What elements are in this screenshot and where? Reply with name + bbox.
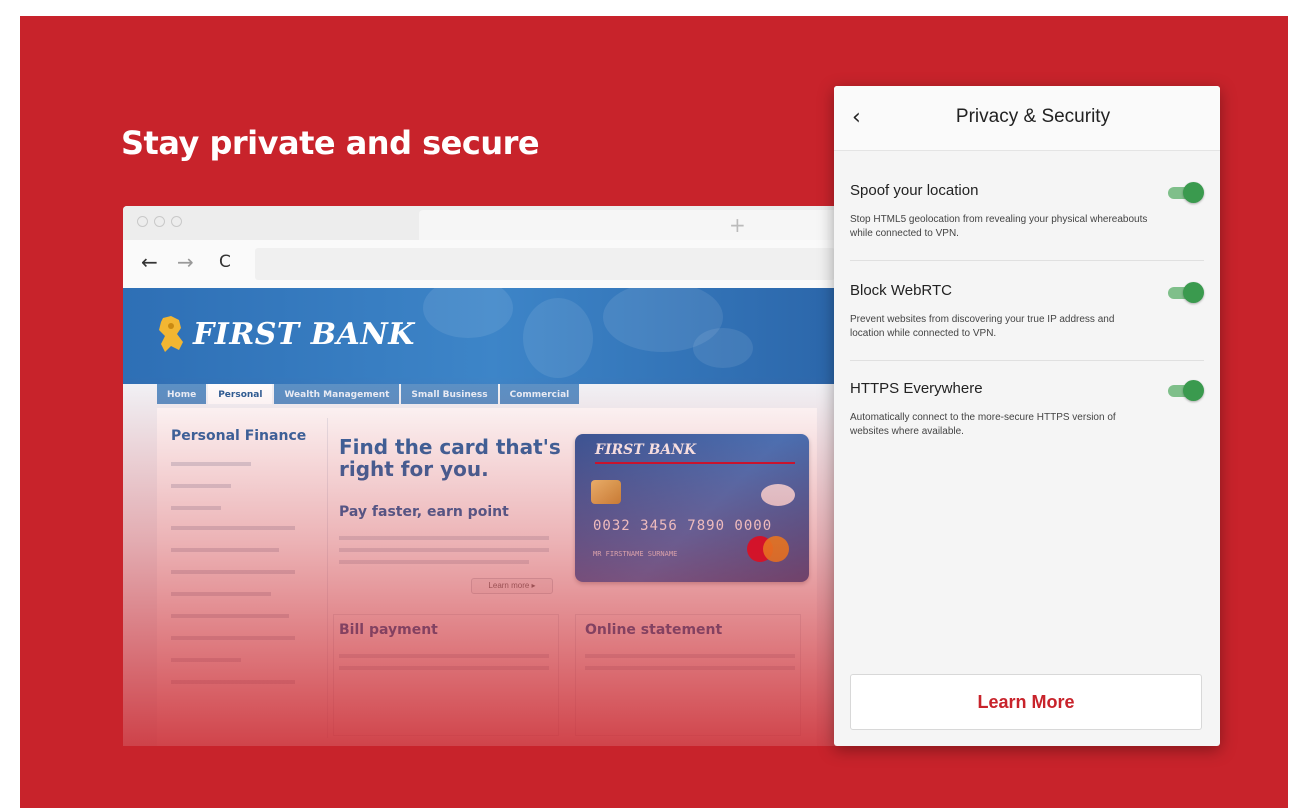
text-placeholder: [171, 462, 251, 466]
bank-nav-tab: Personal: [208, 384, 273, 404]
promo-learn-more-button: Learn more ▸: [471, 578, 553, 594]
world-map-shape: [693, 328, 753, 368]
bank-nav-tab: Home: [157, 384, 207, 404]
text-placeholder: [171, 680, 295, 684]
mastercard-logo-icon: [763, 536, 789, 562]
world-map-shape: [523, 298, 593, 378]
text-placeholder: [171, 592, 271, 596]
block-webrtc-toggle[interactable]: [1168, 282, 1204, 303]
setting-title: Spoof your location: [850, 182, 979, 199]
browser-tab-bar: +: [123, 206, 863, 240]
browser-toolbar: ← → C: [123, 240, 863, 288]
hero-banner: Stay private and secure + ← → C FIRST BA…: [20, 16, 1288, 808]
setting-title: Block WebRTC: [850, 282, 952, 299]
world-map-shape: [423, 288, 513, 338]
text-placeholder: [339, 548, 549, 552]
divider: [850, 360, 1204, 361]
divider: [850, 260, 1204, 261]
column-divider: [327, 418, 328, 738]
reload-icon: C: [219, 252, 231, 272]
setting-block-webrtc: Block WebRTC Prevent websites from disco…: [850, 282, 1204, 341]
online-statement-title: Online statement: [585, 622, 723, 638]
promo-subtitle: Pay faster, earn point: [339, 504, 509, 520]
text-placeholder: [339, 654, 549, 658]
new-tab-icon: +: [729, 213, 746, 237]
text-placeholder: [171, 614, 289, 618]
bank-nav-tab: Small Business: [401, 384, 498, 404]
address-bar: [255, 248, 835, 280]
text-placeholder: [171, 548, 279, 552]
text-placeholder: [171, 636, 295, 640]
card-brand: FIRST BANK: [595, 442, 697, 458]
toggle-knob: [1183, 282, 1204, 303]
card-number: 0032 3456 7890 0000: [593, 518, 773, 534]
card-stripe: [595, 462, 795, 464]
forward-arrow-icon: →: [177, 250, 194, 274]
back-arrow-icon: ←: [141, 250, 158, 274]
credit-card-image: FIRST BANK 0032 3456 7890 0000 MR FIRSTN…: [575, 434, 809, 582]
setting-https-everywhere: HTTPS Everywhere Automatically connect t…: [850, 380, 1204, 439]
panel-title: Privacy & Security: [955, 106, 1111, 127]
browser-mockup: + ← → C FIRST BANK Home Personal Wealth …: [123, 206, 863, 746]
headline: Stay private and secure: [121, 124, 540, 162]
setting-description: Prevent websites from discovering your t…: [850, 314, 1115, 339]
bank-nav: Home Personal Wealth Management Small Busin…: [157, 384, 581, 404]
bank-page-body: Personal Finance Find the card that's ri…: [157, 408, 817, 746]
bill-payment-title: Bill payment: [339, 622, 438, 638]
bank-website: FIRST BANK Home Personal Wealth Management…: [123, 288, 863, 746]
card-chip-icon: [591, 480, 621, 504]
window-dot: [171, 216, 182, 227]
privacy-security-panel: ‹ Privacy & Security Spoof your location…: [834, 86, 1220, 746]
bank-header: FIRST BANK: [123, 288, 863, 384]
text-placeholder: [585, 654, 795, 658]
toggle-knob: [1183, 182, 1204, 203]
setting-description: Stop HTML5 geolocation from revealing yo…: [850, 214, 1148, 239]
learn-more-button[interactable]: Learn More: [850, 674, 1202, 730]
promo-title: Find the card that's right for you.: [339, 435, 561, 481]
bank-nav-tab: Wealth Management: [274, 384, 400, 404]
lion-icon: [159, 316, 183, 352]
text-placeholder: [171, 526, 295, 530]
setting-description: Automatically connect to the more-secure…: [850, 412, 1116, 437]
sidebar-title: Personal Finance: [171, 428, 307, 444]
setting-spoof-location: Spoof your location Stop HTML5 geolocati…: [850, 182, 1204, 241]
bank-nav-tab: Commercial: [499, 384, 580, 404]
text-placeholder: [171, 570, 295, 574]
spoof-location-toggle[interactable]: [1168, 182, 1204, 203]
window-dot: [137, 216, 148, 227]
text-placeholder: [339, 536, 549, 540]
toggle-knob: [1183, 380, 1204, 401]
window-dot: [154, 216, 165, 227]
window-controls: [137, 216, 182, 227]
text-placeholder: [171, 506, 221, 510]
bank-logo: FIRST BANK: [157, 316, 415, 352]
text-placeholder: [585, 666, 795, 670]
hologram-icon: [761, 484, 795, 506]
text-placeholder: [171, 658, 241, 662]
bank-name: FIRST BANK: [193, 316, 415, 352]
setting-title: HTTPS Everywhere: [850, 380, 983, 397]
card-holder: MR FIRSTNAME SURNAME: [593, 550, 678, 558]
text-placeholder: [339, 666, 549, 670]
browser-tab: +: [419, 210, 839, 240]
text-placeholder: [339, 560, 529, 564]
https-everywhere-toggle[interactable]: [1168, 380, 1204, 401]
panel-header: ‹ Privacy & Security: [834, 86, 1220, 151]
text-placeholder: [171, 484, 231, 488]
